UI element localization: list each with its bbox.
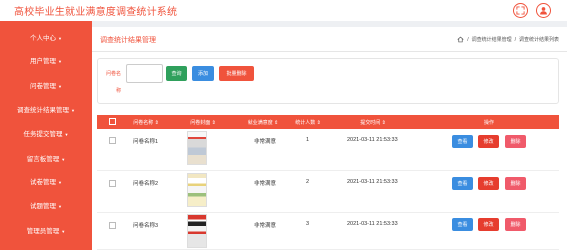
delete-button[interactable]: 删除 <box>505 177 526 190</box>
search-input[interactable] <box>126 64 163 83</box>
chevron-down-icon: ▼ <box>61 157 66 162</box>
row-satisfaction: 非常满意 <box>254 181 277 187</box>
column-header-satisfaction[interactable]: 就业满意度 ⇕ <box>248 119 279 126</box>
cover-thumbnail[interactable] <box>187 131 207 165</box>
row-time: 2021-03-11 21:53:33 <box>347 137 398 143</box>
column-header-cover[interactable]: 问卷封面 ⇕ <box>190 119 216 126</box>
chevron-down-icon: ▼ <box>58 36 62 41</box>
delete-button[interactable]: 删除 <box>505 135 526 148</box>
sidebar-item-label: 留言板管理 <box>26 156 60 163</box>
divider <box>92 51 567 52</box>
sidebar-item-label: 用户管理 <box>30 58 57 65</box>
sidebar-item-profile[interactable]: 个人中心 ▼ <box>0 29 92 49</box>
sidebar-item-label: 问卷管理 <box>30 83 57 90</box>
edit-button[interactable]: 修改 <box>478 135 499 148</box>
row-count: 1 <box>306 137 310 143</box>
edit-button[interactable]: 修改 <box>478 218 499 231</box>
row-checkbox[interactable] <box>109 180 116 187</box>
sidebar-item-questionnaires[interactable]: 问卷管理 ▼ <box>0 77 92 97</box>
breadcrumb: / 调查统计结果管理 / 调查统计结果列表 <box>457 36 559 43</box>
search-label: 问卷名 <box>106 71 122 77</box>
sidebar-item-survey-results[interactable]: 调查统计结果管理 ▼ <box>0 101 92 121</box>
sidebar-item-papers[interactable]: 试卷管理 ▼ <box>0 173 92 193</box>
home-icon[interactable] <box>457 36 464 43</box>
sidebar-item-label: 试题管理 <box>30 203 57 210</box>
sidebar-item-questions[interactable]: 试题管理 ▼ <box>0 197 92 217</box>
chevron-down-icon: ▼ <box>71 108 75 113</box>
row-count: 2 <box>306 179 310 185</box>
chevron-down-icon: ▼ <box>58 180 62 185</box>
breadcrumb-item[interactable]: 调查统计结果管理 <box>472 36 512 43</box>
view-button[interactable]: 查看 <box>452 177 473 190</box>
sidebar-item-label: 调查统计结果管理 <box>17 107 70 114</box>
breadcrumb-item-current: 调查统计结果列表 <box>518 37 559 43</box>
sidebar-item-label: 任务提交管理 <box>23 131 63 138</box>
column-header-actions: 操作 <box>483 120 495 126</box>
chevron-down-icon: ▼ <box>58 204 62 209</box>
row-time: 2021-03-11 21:53:33 <box>347 221 398 227</box>
cover-thumbnail[interactable] <box>187 173 207 207</box>
row-time: 2021-03-11 21:53:33 <box>347 179 398 185</box>
column-header-name[interactable]: 问卷名称 ⇕ <box>133 119 159 126</box>
row-name: 问卷名称3 <box>133 223 159 229</box>
user-icon[interactable] <box>536 3 551 18</box>
column-header-count[interactable]: 统计人数 ⇕ <box>295 119 321 126</box>
row-name: 问卷名称2 <box>133 181 159 187</box>
column-header-time[interactable]: 提交时间 ⇕ <box>360 119 386 126</box>
view-button[interactable]: 查看 <box>452 218 473 231</box>
chevron-down-icon: ▼ <box>58 59 62 64</box>
delete-button[interactable]: 删除 <box>505 218 526 231</box>
row-count: 3 <box>306 221 310 227</box>
row-satisfaction: 非常满意 <box>254 223 277 229</box>
row-checkbox[interactable] <box>109 137 116 144</box>
cover-thumbnail[interactable] <box>187 214 207 248</box>
page-title: 调查统计结果管理 <box>100 37 156 44</box>
sidebar-item-admins[interactable]: 管理员管理 ▼ <box>0 222 92 242</box>
sidebar-item-label: 试卷管理 <box>30 179 57 186</box>
add-button[interactable]: 添加 <box>192 66 214 81</box>
fullscreen-icon[interactable] <box>513 3 528 18</box>
search-card <box>97 58 559 104</box>
search-label-cont: 称 <box>116 88 122 94</box>
query-button[interactable]: 查询 <box>166 66 187 81</box>
chevron-down-icon: ▼ <box>58 84 62 89</box>
sidebar-item-message-board[interactable]: 留言板管理 ▼ <box>0 150 92 170</box>
select-all-checkbox[interactable] <box>109 118 116 125</box>
top-bar: 高校毕业生就业满意度调查统计系统 <box>0 0 567 21</box>
sidebar-item-users[interactable]: 用户管理 ▼ <box>0 52 92 72</box>
view-button[interactable]: 查看 <box>452 135 473 148</box>
edit-button[interactable]: 修改 <box>478 177 499 190</box>
app-title: 高校毕业生就业满意度调查统计系统 <box>14 7 178 18</box>
row-satisfaction: 非常满意 <box>254 139 277 145</box>
row-name: 问卷名称1 <box>133 139 159 145</box>
chevron-down-icon: ▼ <box>64 132 69 137</box>
batch-delete-button[interactable]: 批量删除 <box>219 66 254 81</box>
sidebar-item-label: 管理员管理 <box>26 228 60 235</box>
sidebar-item-label: 个人中心 <box>30 35 57 42</box>
top-icons <box>513 3 551 18</box>
row-checkbox[interactable] <box>109 222 116 229</box>
sidebar-item-task-submissions[interactable]: 任务提交管理 ▼ <box>0 125 92 145</box>
chevron-down-icon: ▼ <box>61 229 66 234</box>
